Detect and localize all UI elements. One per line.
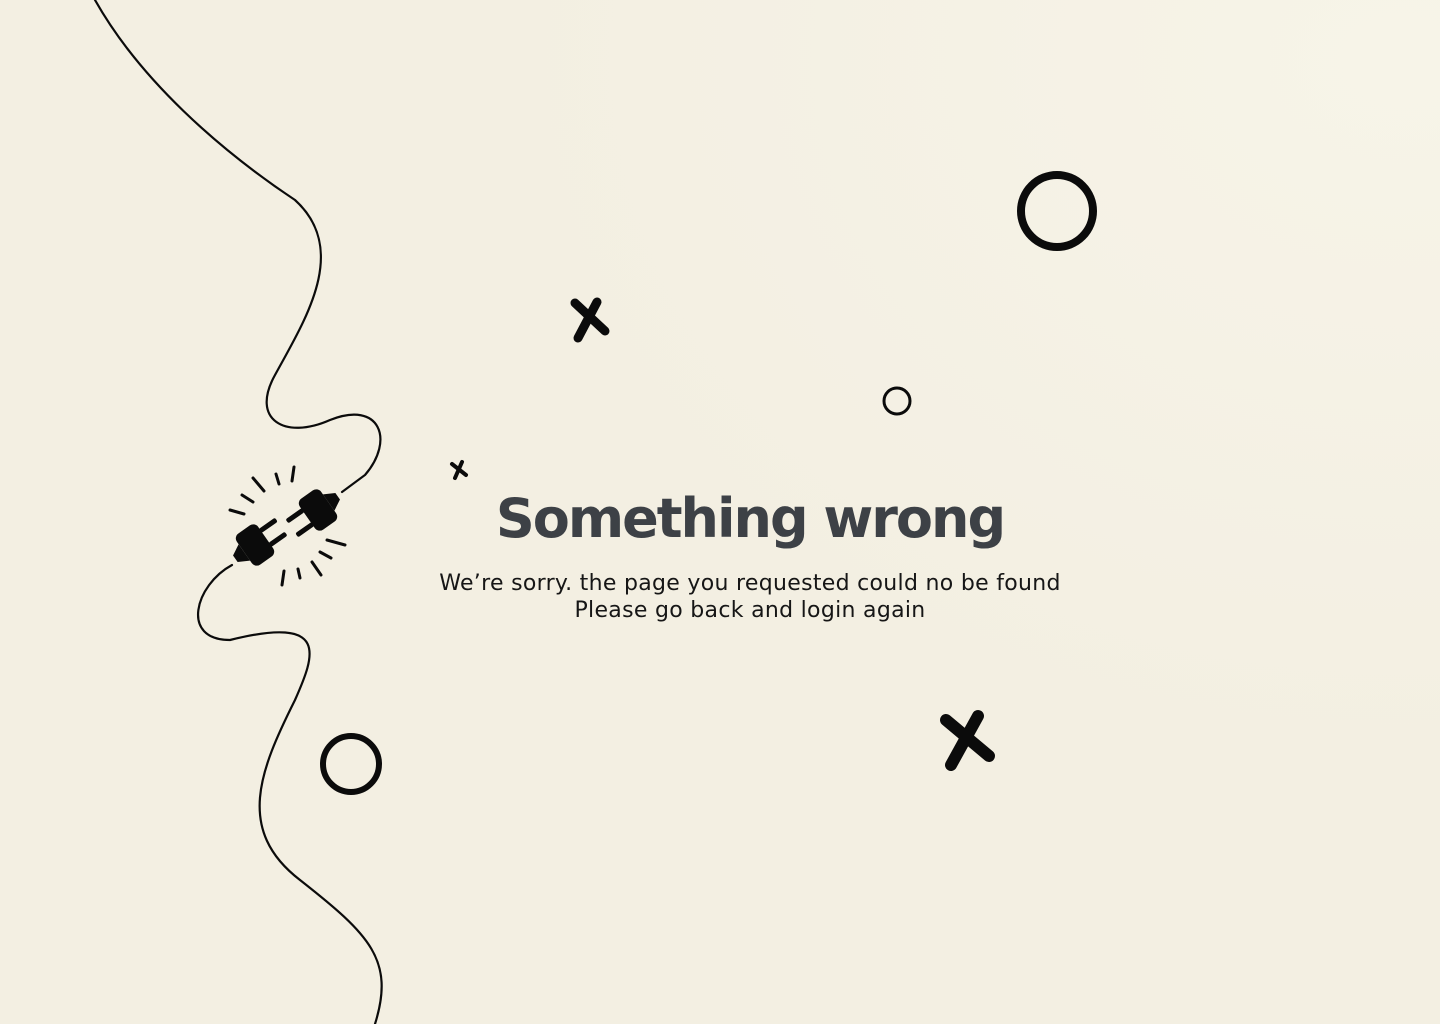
error-description: We’re sorry. the page you requested coul…	[370, 570, 1130, 624]
ring-icon	[882, 386, 912, 416]
error-message: Something wrong We’re sorry. the page yo…	[370, 482, 1130, 624]
ring-icon	[320, 733, 382, 795]
x-mark-icon	[450, 460, 468, 480]
plug-right	[286, 489, 340, 537]
unplugged-cable-icon	[93, 0, 383, 1024]
page-title: Something wrong	[495, 487, 1006, 550]
plug-left	[233, 518, 287, 566]
upper-cable	[93, 0, 382, 494]
error-description-line-2: Please go back and login again	[574, 598, 926, 623]
x-mark-icon	[570, 297, 610, 343]
error-description-line-1: We’re sorry. the page you requested coul…	[439, 571, 1061, 596]
x-mark-icon	[940, 710, 995, 771]
ring-icon	[1017, 171, 1097, 251]
error-page: Something wrong We’re sorry. the page yo…	[0, 0, 1440, 1024]
